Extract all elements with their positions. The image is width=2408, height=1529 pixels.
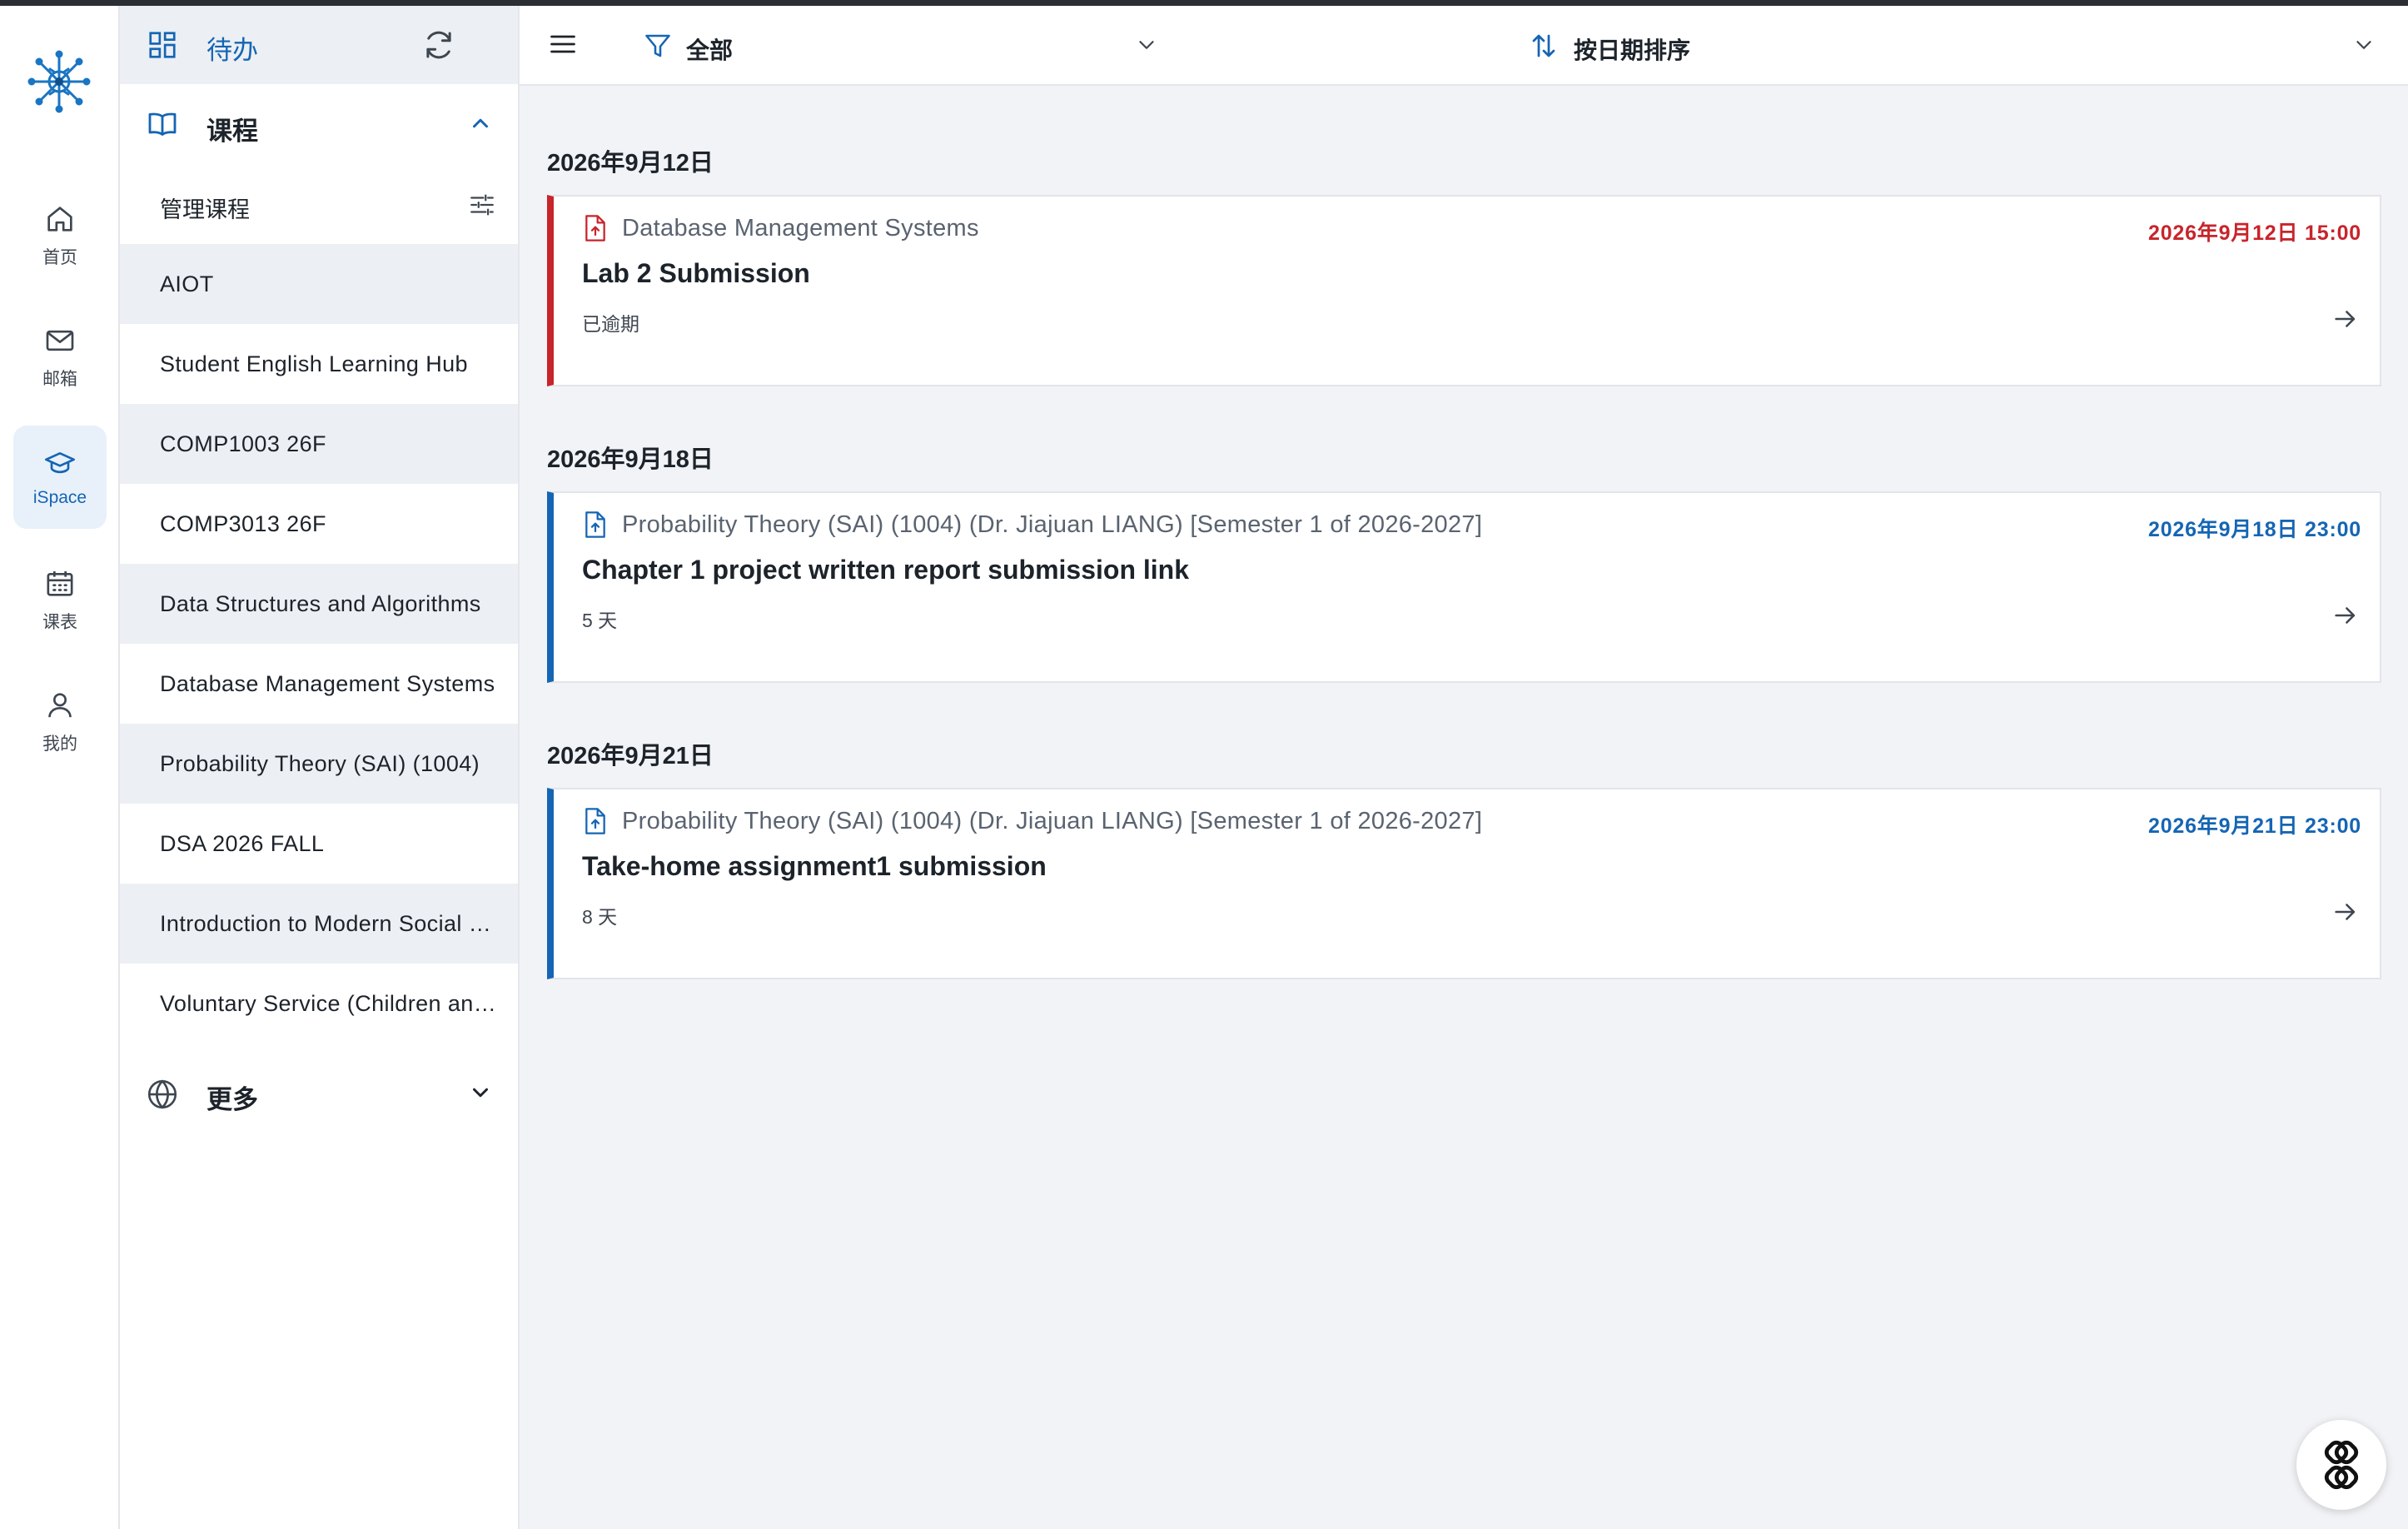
course-item[interactable]: COMP3013 26F (120, 484, 518, 564)
assignment-card[interactable]: Database Management Systems 2026年9月12日 1… (547, 195, 2381, 386)
assignment-card[interactable]: Probability Theory (SAI) (1004) (Dr. Jia… (547, 788, 2381, 979)
window-top-strip (0, 0, 2408, 6)
nav-timetable-label: 课表 (42, 613, 77, 632)
app-logo (27, 50, 91, 113)
menu-icon[interactable] (548, 29, 578, 59)
course-item-label: Introduction to Modern Social Sciences (160, 910, 498, 936)
course-item-label: Data Structures and Algorithms (160, 590, 481, 616)
more-label: 更多 (206, 1085, 258, 1114)
course-item-label: AIOT (160, 271, 214, 296)
course-item-label: COMP3013 26F (160, 510, 326, 536)
course-sidebar: 待办 课程 管理课程 AIOT Student English Learning… (120, 6, 520, 1529)
assignment-due-date: 2026年9月12日 15:00 (2147, 222, 2361, 245)
course-item[interactable]: Database Management Systems (120, 644, 518, 724)
date-group-heading: 2026年9月18日 (547, 446, 714, 473)
filter-value: 全部 (686, 37, 734, 63)
graduation-cap-icon (45, 452, 75, 474)
course-item-label: Student English Learning Hub (160, 351, 468, 376)
nav-mail-label: 邮箱 (42, 370, 77, 389)
nav-ispace[interactable]: iSpace (13, 426, 107, 529)
course-item[interactable]: Data Structures and Algorithms (120, 564, 518, 644)
dashboard-icon (149, 32, 176, 58)
date-group-heading: 2026年9月21日 (547, 743, 714, 769)
assignment-status: 5 天 (582, 610, 618, 631)
course-item[interactable]: Student English Learning Hub (120, 324, 518, 404)
course-item-label: Database Management Systems (160, 670, 495, 696)
course-item-label: DSA 2026 FALL (160, 830, 325, 856)
course-item-label: Probability Theory (SAI) (1004) (160, 750, 480, 776)
assignment-title: Lab 2 Submission (582, 258, 810, 288)
assignment-title: Chapter 1 project written report submiss… (582, 555, 1190, 585)
nav-mail[interactable]: 邮箱 (13, 306, 107, 409)
sort-value: 按日期排序 (1574, 37, 1691, 63)
date-group-heading: 2026年9月12日 (547, 150, 714, 177)
arrow-right-icon[interactable] (2331, 898, 2360, 926)
file-upload-icon (585, 215, 605, 242)
chevron-down-icon[interactable] (468, 1080, 493, 1105)
nav-profile-label: 我的 (42, 735, 77, 754)
more-section-header[interactable]: 更多 (120, 1053, 518, 1133)
assignment-course: Database Management Systems (622, 215, 979, 242)
globe-icon (147, 1079, 177, 1109)
tune-settings-icon[interactable] (468, 191, 496, 219)
mail-icon (46, 330, 74, 351)
nav-rail: 首页 邮箱 iSpace 课表 我的 (0, 6, 120, 1529)
book-icon (148, 112, 177, 136)
assignment-status: 8 天 (582, 906, 618, 928)
chevron-down-icon (1139, 41, 1154, 49)
file-upload-icon (585, 808, 605, 834)
course-list: AIOT Student English Learning Hub COMP10… (120, 244, 518, 1043)
course-item[interactable]: AIOT (120, 244, 518, 324)
arrow-right-icon[interactable] (2331, 601, 2360, 630)
course-item[interactable]: COMP1003 26F (120, 404, 518, 484)
refresh-icon[interactable] (421, 27, 456, 62)
assignment-due-date: 2026年9月18日 23:00 (2147, 518, 2361, 541)
main-toolbar: 全部 按日期排序 (520, 6, 2408, 86)
course-item[interactable]: DSA 2026 FALL (120, 804, 518, 884)
courses-label: 课程 (206, 117, 258, 146)
nav-profile[interactable]: 我的 (13, 670, 107, 774)
assistant-fab[interactable] (2296, 1420, 2386, 1510)
home-icon (47, 207, 72, 232)
course-item-label: COMP1003 26F (160, 431, 326, 456)
assistant-icon (2324, 1440, 2359, 1490)
nav-home[interactable]: 首页 (13, 184, 107, 287)
sort-icon (1532, 34, 1555, 57)
filter-icon (645, 34, 670, 57)
assignment-course: Probability Theory (SAI) (1004) (Dr. Jia… (622, 511, 1483, 538)
file-upload-icon (585, 511, 605, 538)
app-window: 首页 邮箱 iSpace 课表 我的 待办 课程 管理课程 AIOT Stude… (0, 0, 2408, 1529)
manage-courses-row[interactable]: 管理课程 (120, 164, 518, 244)
user-icon (48, 693, 72, 718)
course-item[interactable]: Voluntary Service (Children and Youth) (120, 964, 518, 1043)
todo-label: 待办 (206, 36, 258, 65)
course-item[interactable]: Introduction to Modern Social Sciences (120, 884, 518, 964)
chevron-up-icon[interactable] (468, 111, 493, 136)
nav-timetable[interactable]: 课表 (13, 549, 107, 652)
assignment-due-date: 2026年9月21日 23:00 (2147, 814, 2361, 838)
courses-section-header[interactable]: 课程 (120, 84, 518, 164)
manage-courses-label: 管理课程 (160, 197, 250, 222)
nav-home-label: 首页 (42, 248, 77, 267)
arrow-right-icon[interactable] (2331, 305, 2360, 333)
todo-header[interactable]: 待办 (120, 6, 518, 84)
nav-ispace-label: iSpace (32, 488, 87, 507)
filter-dropdown[interactable]: 全部 (643, 21, 1167, 69)
assignment-course: Probability Theory (SAI) (1004) (Dr. Jia… (622, 808, 1483, 834)
sort-dropdown[interactable]: 按日期排序 (1529, 21, 2386, 69)
assignment-title: Take-home assignment1 submission (582, 851, 1047, 881)
course-item-label: Voluntary Service (Children and Youth) (160, 990, 498, 1016)
chevron-down-icon (2356, 41, 2371, 49)
course-item[interactable]: Probability Theory (SAI) (1004) (120, 724, 518, 804)
calendar-icon (47, 571, 73, 596)
assignment-card[interactable]: Probability Theory (SAI) (1004) (Dr. Jia… (547, 491, 2381, 683)
assignment-status: 已逾期 (582, 313, 639, 335)
